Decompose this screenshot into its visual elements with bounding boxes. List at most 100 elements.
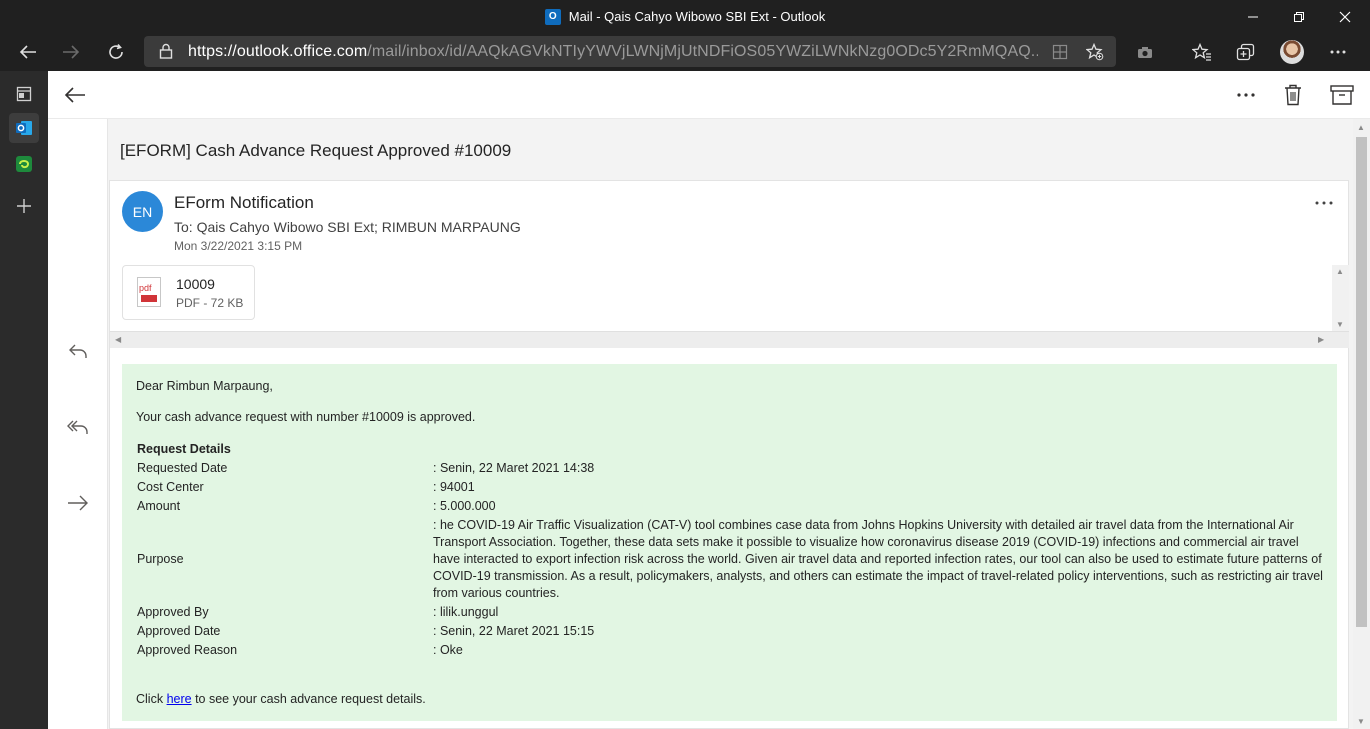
detail-label: Requested Date (137, 461, 228, 475)
rail-item-app[interactable] (9, 149, 39, 179)
footer-text: Click here to see your cash advance requ… (136, 692, 426, 706)
minimize-icon (1248, 16, 1258, 17)
tab-window-icon (16, 86, 32, 102)
detail-value: : Oke (433, 643, 463, 657)
detail-label: Cost Center (137, 480, 204, 494)
scroll-up-arrow-icon[interactable]: ▲ (1357, 123, 1365, 132)
collections-icon (1236, 43, 1255, 61)
scrollbar-thumb[interactable] (1356, 137, 1367, 627)
scroll-down-arrow-icon[interactable]: ▼ (1336, 320, 1344, 329)
back-to-inbox-button[interactable] (60, 81, 90, 109)
camera-extension-button[interactable] (1130, 37, 1160, 67)
detail-label: Amount (137, 499, 181, 513)
detail-label: Approved Reason (137, 643, 238, 657)
browser-settings-button[interactable] (1323, 37, 1353, 67)
greeting: Dear Rimbun Marpaung, (136, 379, 273, 393)
back-arrow-icon (19, 45, 36, 59)
detail-label: Approved Date (137, 624, 221, 638)
archive-button[interactable] (1327, 81, 1357, 109)
favorites-button[interactable] (1187, 37, 1217, 67)
browser-back-button[interactable] (13, 37, 43, 67)
section-title: Request Details (137, 442, 231, 456)
attachment-name: 10009 (176, 276, 215, 292)
collections-button[interactable] (1231, 37, 1261, 67)
more-horizontal-icon (1315, 201, 1333, 205)
restore-icon (1294, 11, 1304, 22)
sender-name[interactable]: EForm Notification (174, 193, 314, 213)
detail-value: : 94001 (433, 480, 475, 494)
pdf-icon-label: pdf (139, 283, 152, 293)
reply-icon (69, 344, 87, 358)
address-bar[interactable]: https://outlook.office.com/mail/inbox/id… (144, 36, 1116, 67)
detail-label: Purpose (137, 552, 184, 566)
message-date: Mon 3/22/2021 3:15 PM (174, 239, 303, 253)
add-favorite-icon[interactable] (1086, 43, 1104, 61)
attachment-well: pdf 10009 PDF - 72 KB (110, 265, 1332, 331)
back-arrow-icon (64, 87, 85, 103)
scroll-right-arrow-icon[interactable]: ▶ (1318, 335, 1324, 344)
attachment-size: PDF - 72 KB (176, 296, 244, 310)
refresh-icon (109, 43, 123, 59)
attachment-vertical-scrollbar[interactable]: ▲ ▼ (1332, 265, 1349, 331)
attachment-card[interactable]: pdf 10009 PDF - 72 KB (122, 265, 255, 320)
plus-icon (17, 199, 31, 213)
lock-icon (159, 43, 173, 59)
forward-arrow-icon (63, 45, 80, 59)
profile-avatar[interactable] (1280, 40, 1304, 64)
outlook-main: [EFORM] Cash Advance Request Approved #1… (48, 71, 1370, 729)
details-link[interactable]: here (167, 692, 192, 706)
forward-icon (68, 495, 88, 511)
url-scheme: https:// (188, 43, 237, 60)
restore-button[interactable] (1276, 0, 1322, 33)
more-horizontal-icon (1237, 93, 1255, 97)
detail-value: : Senin, 22 Maret 2021 14:38 (433, 461, 595, 475)
delete-button[interactable] (1278, 81, 1308, 109)
footer-post: to see your cash advance request details… (191, 692, 426, 706)
window-title-group: O Mail - Qais Cahyo Wibowo SBI Ext - Out… (0, 0, 1370, 33)
app-available-icon[interactable] (1052, 44, 1068, 60)
archive-icon (1330, 85, 1354, 105)
message-card: EN EForm Notification To: Qais Cahyo Wib… (109, 180, 1349, 729)
reply-all-icon (67, 420, 88, 434)
reading-pane-scrollbar[interactable]: ▲ ▼ (1353, 119, 1370, 729)
purpose-value: : he COVID-19 Air Traffic Visualization … (433, 518, 1323, 600)
quick-actions-column (48, 119, 108, 729)
scroll-left-arrow-icon[interactable]: ◀ (115, 335, 121, 344)
more-horizontal-icon (1330, 50, 1346, 54)
browser-refresh-button[interactable] (101, 37, 131, 67)
attachment-horizontal-scrollbar[interactable]: ◀ ▶ (110, 331, 1349, 348)
url-host: outlook.office.com (236, 43, 368, 60)
url-path: /mail/inbox/id/AAQkAGVkNTIyYWVjLWNjMjUtN… (367, 43, 1038, 60)
detail-value: : 5.000.000 (433, 499, 496, 513)
message-more-button[interactable] (1312, 193, 1336, 213)
outlook-icon (16, 121, 32, 135)
app-rail (0, 71, 48, 729)
favorites-star-icon (1192, 43, 1211, 61)
scroll-up-arrow-icon[interactable]: ▲ (1336, 267, 1344, 276)
close-icon (1339, 11, 1351, 22)
reading-pane: [EFORM] Cash Advance Request Approved #1… (108, 119, 1370, 729)
reply-button[interactable] (63, 336, 93, 366)
window-title-bar: O Mail - Qais Cahyo Wibowo SBI Ext - Out… (0, 0, 1370, 33)
sender-avatar[interactable]: EN (122, 191, 163, 232)
outlook-app-icon: O (544, 8, 561, 25)
rail-item-tabs[interactable] (9, 79, 39, 109)
trash-icon (1285, 84, 1301, 106)
pdf-icon-bar (141, 295, 157, 302)
more-actions-button[interactable] (1231, 81, 1261, 109)
minimize-button[interactable] (1230, 0, 1276, 33)
detail-label: Approved By (137, 605, 209, 619)
detail-value: : Senin, 22 Maret 2021 15:15 (433, 624, 595, 638)
camera-icon (1138, 47, 1152, 58)
rail-item-outlook[interactable] (9, 113, 39, 143)
forward-button[interactable] (63, 488, 93, 518)
reply-all-button[interactable] (63, 412, 93, 442)
rail-add-button[interactable] (9, 191, 39, 221)
close-window-button[interactable] (1322, 0, 1368, 33)
url-text[interactable]: https://outlook.office.com/mail/inbox/id… (188, 43, 1038, 61)
browser-forward-button[interactable] (56, 37, 86, 67)
scroll-down-arrow-icon[interactable]: ▼ (1357, 717, 1365, 726)
intro-text: Your cash advance request with number #1… (136, 410, 476, 424)
email-body: Dear Rimbun Marpaung, Your cash advance … (122, 364, 1337, 721)
email-subject: [EFORM] Cash Advance Request Approved #1… (120, 141, 512, 160)
